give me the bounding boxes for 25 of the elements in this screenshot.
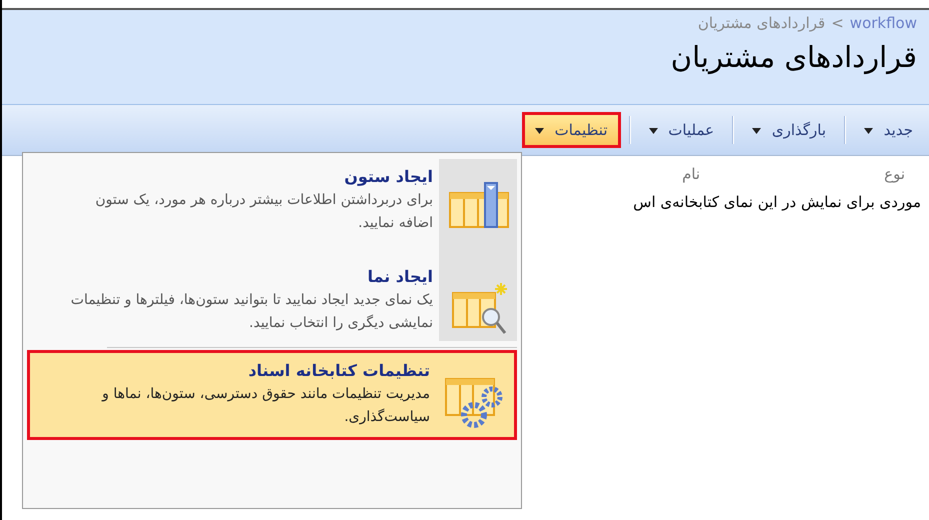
- menu-item-description: برای دربرداشتن اطلاعات بیشتر درباره هر مورد، یک ستون اضافه نمایید.: [94, 191, 433, 233]
- menu-item[interactable]: تنظیمات کتابخانه اسناد مدیریت تنظیمات مانند حقوق دسترسی، ستون‌ها، نماها و سیاست‌گذاری.: [27, 350, 517, 440]
- menu-item[interactable]: ایجاد نما یک نمای جدید ایجاد نمایید تا بتوانید ستون‌ها، فیلترها و تنظیمات نمایشی دیگری را انتخاب نمایید.: [27, 259, 517, 341]
- caret-icon: [534, 128, 544, 134]
- menu-item-title: تنظیمات کتابخانه اسناد: [247, 360, 430, 382]
- menu-item[interactable]: ایجاد ستون برای دربرداشتن اطلاعات بیشتر درباره هر مورد، یک ستون اضافه نمایید.: [27, 159, 517, 259]
- caret-icon: [864, 128, 874, 134]
- empty-message: موردی برای نمایش در این نمای کتابخانه‌ی اس: [633, 193, 921, 211]
- table-gears-icon: [442, 375, 504, 431]
- page-title: قراردادهای مشتریان: [670, 40, 917, 74]
- table-column-icon: [449, 181, 511, 231]
- toolbar-menu-button[interactable]: تنظیمات: [522, 112, 621, 148]
- menu-item-description: یک نمای جدید ایجاد نمایید تا بتوانید ستون‌ها، فیلترها و تنظیمات نمایشی دیگری را انتخاب نمایید.: [70, 291, 433, 333]
- toolbar-menu-button[interactable]: جدید: [854, 112, 923, 148]
- toolbar-menu-button[interactable]: عملیات: [638, 112, 724, 148]
- menu-item-title: ایجاد ستون: [343, 166, 433, 188]
- column-header[interactable]: نوع: [884, 165, 905, 183]
- menu-item-title: ایجاد نما: [366, 266, 433, 288]
- toolbar-menu-button[interactable]: بارگذاری: [742, 112, 836, 148]
- menu-item-description: مدیریت تنظیمات مانند حقوق دسترسی، ستون‌ها، نماها و سیاست‌گذاری.: [100, 385, 430, 427]
- column-header[interactable]: نام: [682, 165, 700, 183]
- caret-icon: [752, 128, 762, 134]
- caret-icon: [648, 128, 658, 134]
- breadcrumb-current: قراردادهای مشتریان: [698, 14, 826, 32]
- breadcrumb-separator: >: [831, 14, 844, 32]
